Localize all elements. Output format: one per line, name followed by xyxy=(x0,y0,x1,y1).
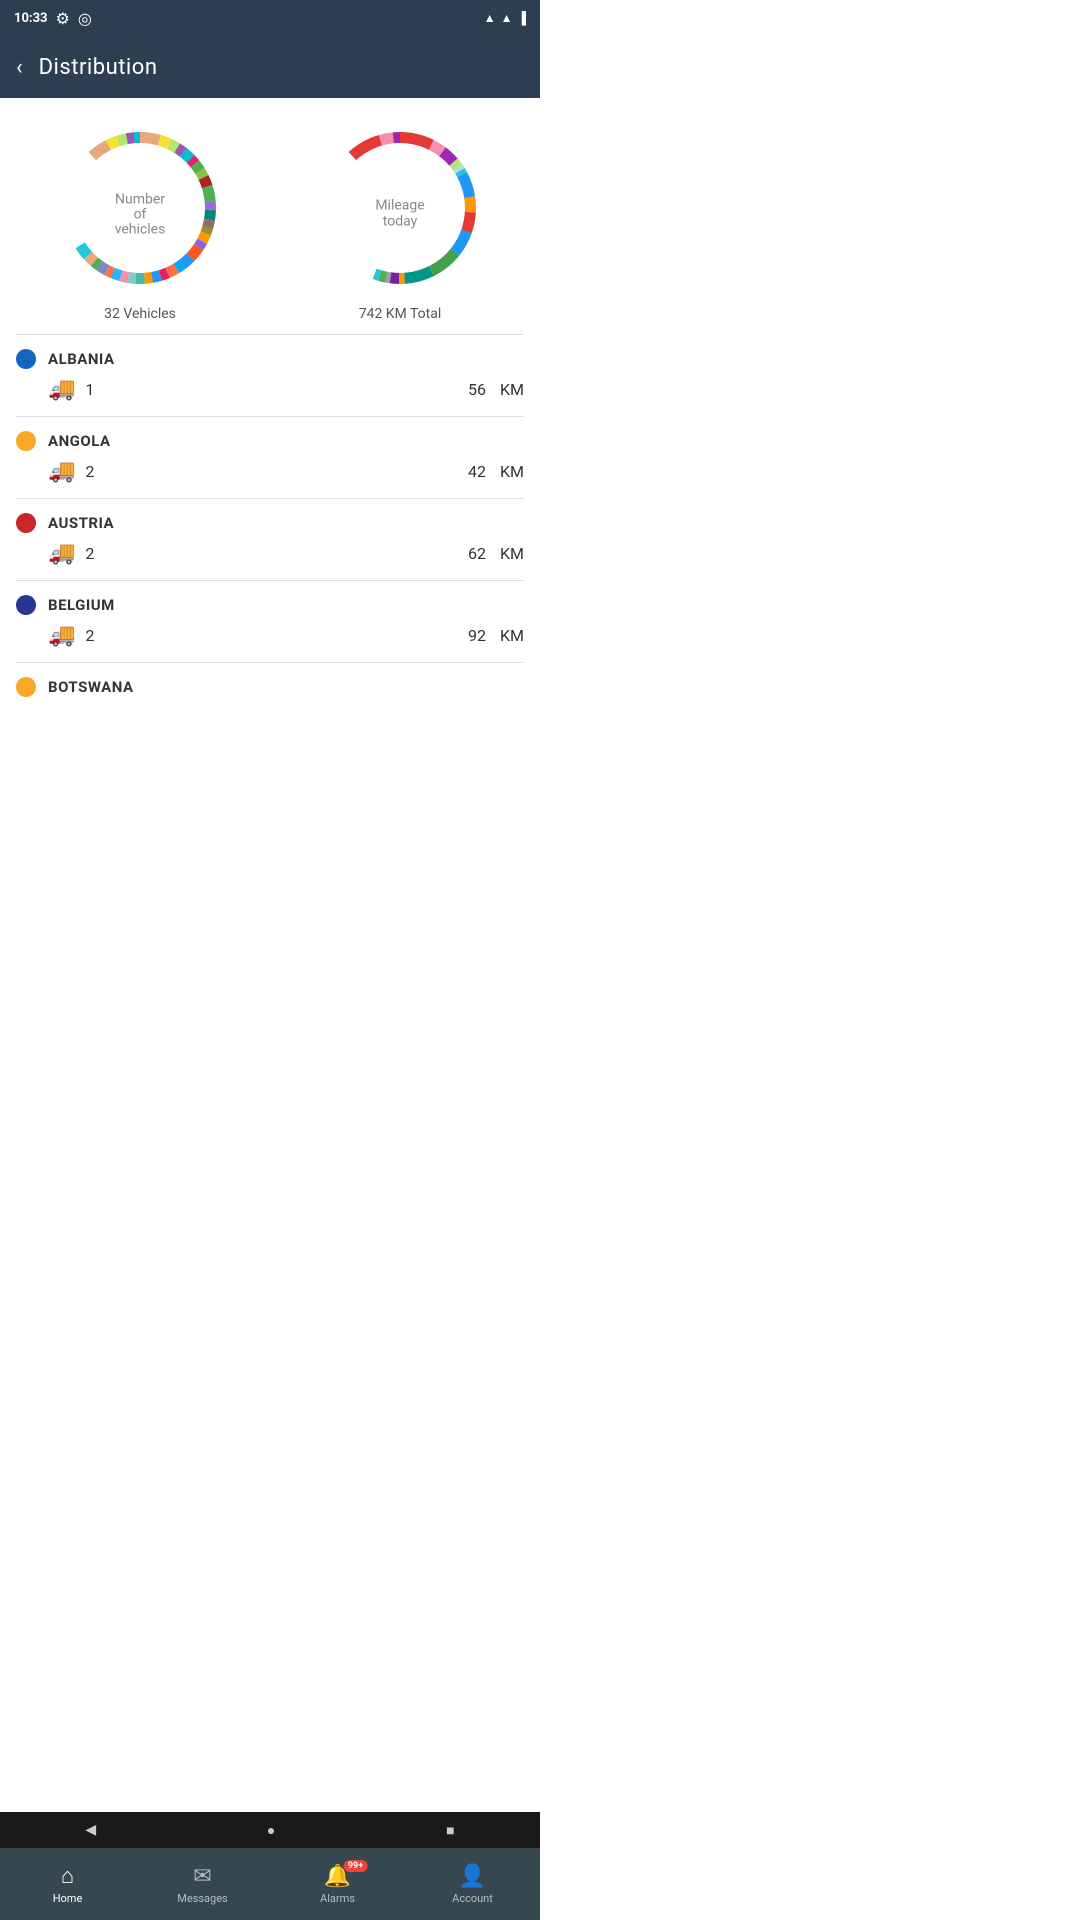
angola-dot xyxy=(16,431,36,451)
signal-icon: ▲ xyxy=(501,11,513,25)
country-header-botswana: BOTSWANA xyxy=(16,677,524,697)
vehicles-label: 32 Vehicles xyxy=(104,306,176,322)
country-header-angola: ANGOLA xyxy=(16,431,524,451)
nav-account[interactable]: 👤 Account xyxy=(405,1864,540,1905)
wifi-icon: ▲ xyxy=(484,11,496,25)
albania-detail: 🚚 1 56 KM xyxy=(16,377,524,416)
vehicles-chart: Number of vehicles 32 Vehicles xyxy=(50,118,230,322)
nav-alarms-label: Alarms xyxy=(320,1892,355,1905)
messages-icon: ✉ xyxy=(193,1864,211,1889)
android-back-button[interactable]: ◀ xyxy=(85,1822,96,1838)
android-nav-bar: ◀ ● ■ xyxy=(0,1812,540,1848)
status-icons: ▲ ▲ ▐ xyxy=(484,11,526,25)
status-bar: 10:33 ⚙ ◎ ▲ ▲ ▐ xyxy=(0,0,540,36)
austria-count: 2 xyxy=(85,544,458,563)
vehicles-donut: Number of vehicles xyxy=(50,118,230,298)
nav-home-label: Home xyxy=(53,1892,83,1905)
bottom-nav: ⌂ Home ✉ Messages 99+ 🔔 Alarms 👤 Account xyxy=(0,1848,540,1920)
belgium-dot xyxy=(16,595,36,615)
vehicles-center-line1: Number xyxy=(115,192,165,208)
battery-icon: ▐ xyxy=(517,11,526,25)
belgium-detail: 🚚 2 92 KM xyxy=(16,623,524,662)
android-recent-button[interactable]: ■ xyxy=(446,1822,454,1839)
angola-count: 2 xyxy=(85,462,458,481)
android-home-button[interactable]: ● xyxy=(267,1822,275,1839)
charts-section: Number of vehicles 32 Vehicles xyxy=(0,98,540,334)
belgium-name: BELGIUM xyxy=(48,596,115,614)
home-icon: ⌂ xyxy=(61,1863,74,1889)
country-list: ALBANIA 🚚 1 56 KM ANGOLA 🚚 2 42 KM xyxy=(0,335,540,697)
mileage-chart: Mileage today 742 KM Total xyxy=(310,118,490,322)
truck-icon: 🚚 xyxy=(48,541,75,566)
albania-mileage: 56 xyxy=(468,380,486,399)
status-time: 10:33 xyxy=(14,11,48,26)
vehicles-center-line2: of xyxy=(134,207,147,223)
albania-dot xyxy=(16,349,36,369)
status-left: 10:33 ⚙ ◎ xyxy=(14,9,92,28)
vpn-icon: ◎ xyxy=(78,9,92,28)
page-title: Distribution xyxy=(39,55,158,80)
list-item[interactable]: ALBANIA 🚚 1 56 KM xyxy=(0,335,540,416)
austria-detail: 🚚 2 62 KM xyxy=(16,541,524,580)
back-button[interactable]: ‹ xyxy=(16,55,23,80)
truck-icon: 🚚 xyxy=(48,459,75,484)
list-item[interactable]: BOTSWANA xyxy=(0,663,540,697)
angola-mileage: 42 xyxy=(468,462,486,481)
list-item[interactable]: ANGOLA 🚚 2 42 KM xyxy=(0,417,540,498)
list-item[interactable]: AUSTRIA 🚚 2 62 KM xyxy=(0,499,540,580)
nav-home[interactable]: ⌂ Home xyxy=(0,1863,135,1905)
albania-name: ALBANIA xyxy=(48,350,115,368)
belgium-mileage: 92 xyxy=(468,626,486,645)
country-header-albania: ALBANIA xyxy=(16,349,524,369)
belgium-count: 2 xyxy=(85,626,458,645)
albania-km: KM xyxy=(500,380,524,399)
mileage-center-line1: Mileage xyxy=(375,198,424,214)
angola-name: ANGOLA xyxy=(48,432,111,450)
account-icon: 👤 xyxy=(459,1864,486,1889)
vehicles-center-line3: vehicles xyxy=(115,222,166,238)
country-header-austria: AUSTRIA xyxy=(16,513,524,533)
botswana-name: BOTSWANA xyxy=(48,678,134,696)
truck-icon: 🚚 xyxy=(48,377,75,402)
angola-detail: 🚚 2 42 KM xyxy=(16,459,524,498)
austria-km: KM xyxy=(500,544,524,563)
mileage-center-line2: today xyxy=(383,214,418,230)
mileage-donut: Mileage today xyxy=(310,118,490,298)
nav-alarms[interactable]: 99+ 🔔 Alarms xyxy=(270,1864,405,1905)
angola-km: KM xyxy=(500,462,524,481)
list-item[interactable]: BELGIUM 🚚 2 92 KM xyxy=(0,581,540,662)
austria-mileage: 62 xyxy=(468,544,486,563)
nav-messages-label: Messages xyxy=(177,1892,227,1905)
nav-messages[interactable]: ✉ Messages xyxy=(135,1864,270,1905)
truck-icon: 🚚 xyxy=(48,623,75,648)
mileage-label: 742 KM Total xyxy=(359,306,442,322)
top-bar: ‹ Distribution xyxy=(0,36,540,98)
alarms-badge: 99+ xyxy=(344,1860,367,1872)
country-header-belgium: BELGIUM xyxy=(16,595,524,615)
belgium-km: KM xyxy=(500,626,524,645)
albania-count: 1 xyxy=(85,380,458,399)
botswana-dot xyxy=(16,677,36,697)
austria-dot xyxy=(16,513,36,533)
settings-icon: ⚙ xyxy=(56,9,70,28)
nav-account-label: Account xyxy=(452,1892,493,1905)
austria-name: AUSTRIA xyxy=(48,514,114,532)
